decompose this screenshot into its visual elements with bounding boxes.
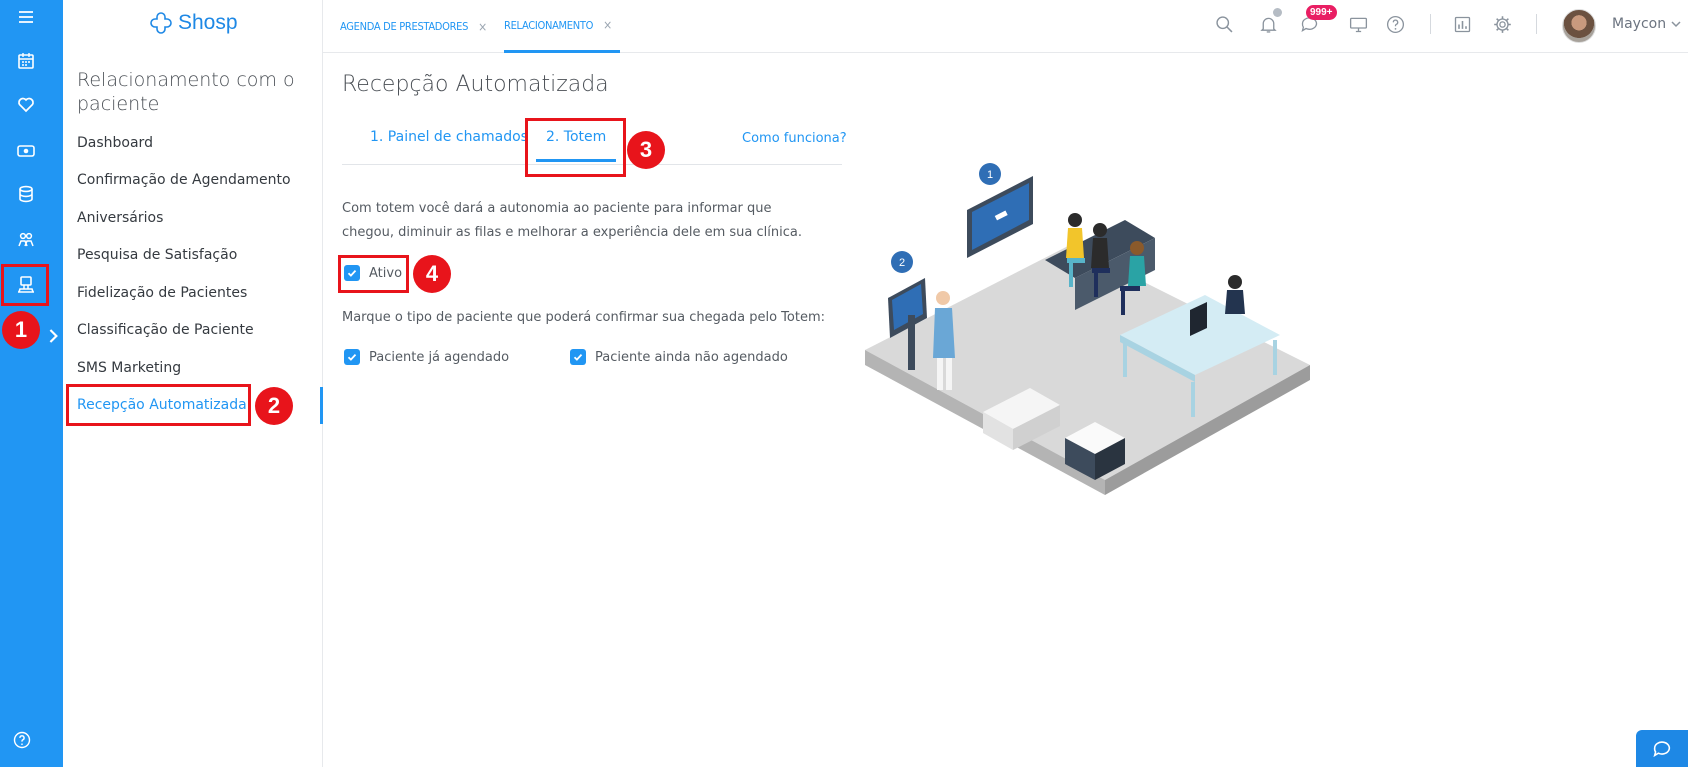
sidebar-item-confirmacao-agendamento[interactable]: Confirmação de Agendamento xyxy=(63,162,323,200)
checkbox-label: Paciente já agendado xyxy=(369,349,510,365)
checkbox-checked-icon[interactable] xyxy=(570,349,586,365)
checkbox-label: Paciente ainda não agendado xyxy=(595,349,788,365)
reports-icon[interactable] xyxy=(1450,12,1474,36)
sidebar-item-sms-marketing[interactable]: SMS Marketing xyxy=(63,349,323,387)
checkbox-paciente-nao-agendado[interactable]: Paciente ainda não agendado xyxy=(570,349,788,365)
tab-relacionamento[interactable]: RELACIONAMENTO × xyxy=(504,0,620,53)
sidebar-item-pesquisa-satisfacao[interactable]: Pesquisa de Satisfação xyxy=(63,237,323,275)
menu-icon[interactable] xyxy=(0,2,52,32)
close-icon[interactable]: × xyxy=(603,18,612,32)
checkbox-checked-icon[interactable] xyxy=(344,349,360,365)
chat-support-button[interactable] xyxy=(1636,730,1688,767)
marker-1-label: 1 xyxy=(987,169,993,181)
tab-agenda-prestadores[interactable]: AGENDA DE PRESTADORES × xyxy=(340,0,487,53)
annotation-badge-2: 2 xyxy=(255,387,293,425)
totem-description: Com totem você dará a autonomia ao pacie… xyxy=(342,201,802,240)
chevron-down-icon[interactable] xyxy=(1670,18,1682,30)
tab-label: AGENDA DE PRESTADORES xyxy=(340,20,469,33)
annotation-box-4 xyxy=(338,255,409,293)
reception-illustration: 1 2 xyxy=(865,163,1310,495)
sidebar-item-aniversarios[interactable]: Aniversários xyxy=(63,199,323,237)
database-icon[interactable] xyxy=(0,179,52,209)
sidebar-title: Relacionamento com o paciente xyxy=(77,69,295,115)
annotation-box-1 xyxy=(1,264,49,306)
how-it-works-link[interactable]: Como funciona? xyxy=(742,131,847,146)
checkbox-paciente-agendado[interactable]: Paciente já agendado xyxy=(344,349,509,365)
tab-painel-chamados[interactable]: 1. Painel de chamados xyxy=(370,129,528,145)
divider xyxy=(1430,14,1431,34)
chevron-right-icon[interactable] xyxy=(48,328,60,344)
notification-dot xyxy=(1273,8,1282,17)
clover-logo-icon xyxy=(150,12,172,34)
user-name[interactable]: Maycon xyxy=(1612,16,1666,32)
gear-icon[interactable] xyxy=(1490,12,1514,36)
divider xyxy=(1536,14,1537,34)
logo-text: Shosp xyxy=(178,11,238,34)
search-icon[interactable] xyxy=(1212,12,1236,36)
page-title: Recepção Automatizada xyxy=(342,72,609,97)
sidebar-item-dashboard[interactable]: Dashboard xyxy=(63,124,323,162)
monitor-icon[interactable] xyxy=(1346,12,1370,36)
annotation-badge-1: 1 xyxy=(2,311,40,349)
icon-rail xyxy=(0,0,63,767)
annotation-badge-3: 3 xyxy=(627,131,665,169)
annotation-box-3 xyxy=(525,118,626,177)
avatar[interactable] xyxy=(1562,9,1596,43)
annotation-box-2 xyxy=(66,384,251,426)
tab-label: RELACIONAMENTO xyxy=(504,18,594,32)
patient-type-prompt: Marque o tipo de paciente que poderá con… xyxy=(342,310,825,325)
sidebar-item-classificacao-paciente[interactable]: Classificação de Paciente xyxy=(63,312,323,350)
chat-bubble-icon xyxy=(1653,740,1671,757)
help-circle-icon[interactable] xyxy=(1383,12,1407,36)
help-icon[interactable] xyxy=(12,730,36,754)
sidebar-menu: Dashboard Confirmação de Agendamento Ani… xyxy=(63,124,323,424)
shosp-logo[interactable]: Shosp xyxy=(148,8,238,38)
close-icon[interactable]: × xyxy=(478,20,487,34)
messages-badge: 999+ xyxy=(1306,5,1337,20)
calendar-icon[interactable] xyxy=(0,46,52,76)
sidebar-item-fidelizacao-pacientes[interactable]: Fidelização de Pacientes xyxy=(63,274,323,312)
heart-icon[interactable] xyxy=(0,89,52,119)
annotation-badge-4: 4 xyxy=(413,255,451,293)
marker-2-label: 2 xyxy=(899,257,905,269)
group-icon[interactable] xyxy=(0,225,52,255)
money-icon[interactable] xyxy=(0,136,52,166)
